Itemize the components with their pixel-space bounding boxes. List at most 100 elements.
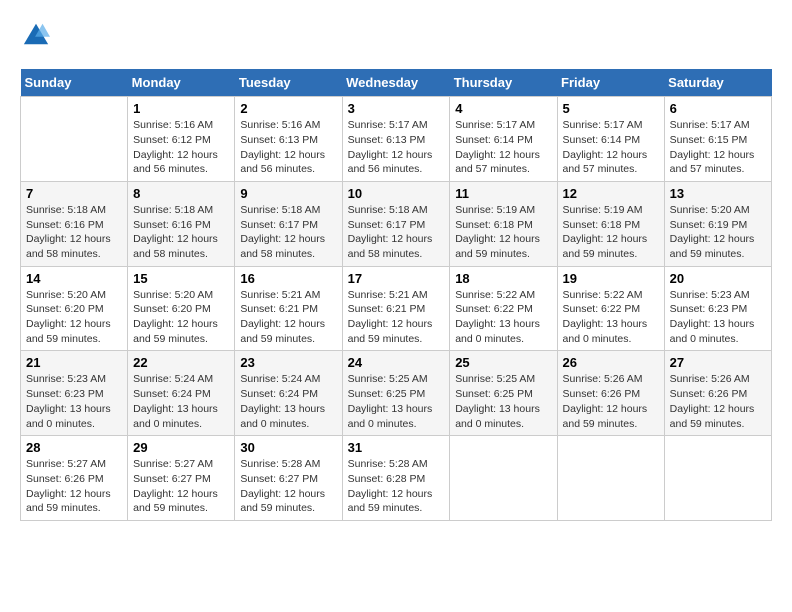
day-number: 9 [240,186,336,201]
calendar-cell: 5 Sunrise: 5:17 AM Sunset: 6:14 PM Daylig… [557,97,664,182]
day-info: Sunrise: 5:17 AM Sunset: 6:15 PM Dayligh… [670,118,766,177]
day-number: 28 [26,440,122,455]
day-info: Sunrise: 5:18 AM Sunset: 6:16 PM Dayligh… [26,203,122,262]
calendar-cell: 14Sunrise: 5:20 AM Sunset: 6:20 PM Dayli… [21,266,128,351]
calendar-cell [21,97,128,182]
week-row-4: 21 Sunrise: 5:23 AM Sunset: 6:23 PM Dayli… [21,351,772,436]
day-number: 15 [133,271,229,286]
day-number: 6 [670,101,766,116]
day-number: 17 [348,271,445,286]
day-info: Sunrise: 5:18 AM Sunset: 6:17 PM Dayligh… [240,203,336,262]
day-info: Sunrise: 5:16 AM Sunset: 6:13 PM Dayligh… [240,118,336,177]
day-info: Sunrise: 5:27 AM Sunset: 6:26 PM Dayligh… [26,457,122,516]
calendar-cell: 2 Sunrise: 5:16 AM Sunset: 6:13 PM Daylig… [235,97,342,182]
calendar-cell: 9 Sunrise: 5:18 AM Sunset: 6:17 PM Daylig… [235,181,342,266]
day-info: Sunrise: 5:20 AM Sunset: 6:19 PM Dayligh… [670,203,766,262]
calendar-cell: 28 Sunrise: 5:27 AM Sunset: 6:26 PM Dayli… [21,436,128,521]
day-number: 11 [455,186,551,201]
day-number: 7 [26,186,122,201]
day-number: 2 [240,101,336,116]
calendar-cell [557,436,664,521]
calendar-body: 1Sunrise: 5:16 AM Sunset: 6:12 PM Daylig… [21,97,772,521]
day-number: 10 [348,186,445,201]
day-number: 25 [455,355,551,370]
weekday-thursday: Thursday [450,69,557,97]
calendar-cell: 21 Sunrise: 5:23 AM Sunset: 6:23 PM Dayli… [21,351,128,436]
calendar-cell: 10 Sunrise: 5:18 AM Sunset: 6:17 PM Dayli… [342,181,450,266]
day-info: Sunrise: 5:25 AM Sunset: 6:25 PM Dayligh… [348,372,445,431]
calendar-cell: 20Sunrise: 5:23 AM Sunset: 6:23 PM Dayli… [664,266,771,351]
calendar-cell: 17 Sunrise: 5:21 AM Sunset: 6:21 PM Dayli… [342,266,450,351]
day-number: 14 [26,271,122,286]
page-header [20,20,772,53]
day-number: 18 [455,271,551,286]
day-info: Sunrise: 5:28 AM Sunset: 6:27 PM Dayligh… [240,457,336,516]
calendar-cell: 22 Sunrise: 5:24 AM Sunset: 6:24 PM Dayli… [128,351,235,436]
calendar-cell: 6 Sunrise: 5:17 AM Sunset: 6:15 PM Daylig… [664,97,771,182]
day-info: Sunrise: 5:22 AM Sunset: 6:22 PM Dayligh… [563,288,659,347]
day-info: Sunrise: 5:17 AM Sunset: 6:14 PM Dayligh… [563,118,659,177]
day-info: Sunrise: 5:21 AM Sunset: 6:21 PM Dayligh… [348,288,445,347]
day-info: Sunrise: 5:28 AM Sunset: 6:28 PM Dayligh… [348,457,445,516]
day-info: Sunrise: 5:24 AM Sunset: 6:24 PM Dayligh… [240,372,336,431]
day-info: Sunrise: 5:24 AM Sunset: 6:24 PM Dayligh… [133,372,229,431]
calendar-cell: 8 Sunrise: 5:18 AM Sunset: 6:16 PM Daylig… [128,181,235,266]
day-info: Sunrise: 5:17 AM Sunset: 6:14 PM Dayligh… [455,118,551,177]
calendar-cell: 13 Sunrise: 5:20 AM Sunset: 6:19 PM Dayli… [664,181,771,266]
calendar-cell: 7 Sunrise: 5:18 AM Sunset: 6:16 PM Daylig… [21,181,128,266]
day-info: Sunrise: 5:18 AM Sunset: 6:17 PM Dayligh… [348,203,445,262]
calendar-cell [450,436,557,521]
day-number: 13 [670,186,766,201]
calendar-cell: 18 Sunrise: 5:22 AM Sunset: 6:22 PM Dayli… [450,266,557,351]
day-info: Sunrise: 5:22 AM Sunset: 6:22 PM Dayligh… [455,288,551,347]
calendar-cell: 12 Sunrise: 5:19 AM Sunset: 6:18 PM Dayli… [557,181,664,266]
calendar-cell: 23 Sunrise: 5:24 AM Sunset: 6:24 PM Dayli… [235,351,342,436]
weekday-sunday: Sunday [21,69,128,97]
day-number: 21 [26,355,122,370]
day-info: Sunrise: 5:19 AM Sunset: 6:18 PM Dayligh… [563,203,659,262]
day-info: Sunrise: 5:26 AM Sunset: 6:26 PM Dayligh… [670,372,766,431]
calendar-cell: 25Sunrise: 5:25 AM Sunset: 6:25 PM Dayli… [450,351,557,436]
calendar-cell [664,436,771,521]
day-number: 5 [563,101,659,116]
calendar-cell: 3 Sunrise: 5:17 AM Sunset: 6:13 PM Daylig… [342,97,450,182]
calendar-cell: 24Sunrise: 5:25 AM Sunset: 6:25 PM Dayli… [342,351,450,436]
calendar-cell: 11 Sunrise: 5:19 AM Sunset: 6:18 PM Dayli… [450,181,557,266]
day-number: 8 [133,186,229,201]
calendar-table: SundayMondayTuesdayWednesdayThursdayFrid… [20,69,772,521]
logo [20,20,50,53]
day-number: 12 [563,186,659,201]
day-number: 26 [563,355,659,370]
day-info: Sunrise: 5:16 AM Sunset: 6:12 PM Dayligh… [133,118,229,177]
day-info: Sunrise: 5:19 AM Sunset: 6:18 PM Dayligh… [455,203,551,262]
week-row-2: 7 Sunrise: 5:18 AM Sunset: 6:16 PM Daylig… [21,181,772,266]
day-number: 22 [133,355,229,370]
logo-icon [22,20,50,48]
weekday-header-row: SundayMondayTuesdayWednesdayThursdayFrid… [21,69,772,97]
day-info: Sunrise: 5:18 AM Sunset: 6:16 PM Dayligh… [133,203,229,262]
weekday-wednesday: Wednesday [342,69,450,97]
weekday-friday: Friday [557,69,664,97]
day-number: 23 [240,355,336,370]
day-number: 3 [348,101,445,116]
day-number: 20 [670,271,766,286]
weekday-saturday: Saturday [664,69,771,97]
week-row-1: 1Sunrise: 5:16 AM Sunset: 6:12 PM Daylig… [21,97,772,182]
day-number: 4 [455,101,551,116]
calendar-cell: 16 Sunrise: 5:21 AM Sunset: 6:21 PM Dayli… [235,266,342,351]
day-number: 16 [240,271,336,286]
day-info: Sunrise: 5:26 AM Sunset: 6:26 PM Dayligh… [563,372,659,431]
week-row-5: 28 Sunrise: 5:27 AM Sunset: 6:26 PM Dayli… [21,436,772,521]
day-number: 19 [563,271,659,286]
day-info: Sunrise: 5:23 AM Sunset: 6:23 PM Dayligh… [26,372,122,431]
calendar-cell: 1Sunrise: 5:16 AM Sunset: 6:12 PM Daylig… [128,97,235,182]
day-info: Sunrise: 5:21 AM Sunset: 6:21 PM Dayligh… [240,288,336,347]
calendar-cell: 26 Sunrise: 5:26 AM Sunset: 6:26 PM Dayli… [557,351,664,436]
calendar-cell: 29Sunrise: 5:27 AM Sunset: 6:27 PM Dayli… [128,436,235,521]
weekday-tuesday: Tuesday [235,69,342,97]
calendar-cell: 31 Sunrise: 5:28 AM Sunset: 6:28 PM Dayli… [342,436,450,521]
day-info: Sunrise: 5:20 AM Sunset: 6:20 PM Dayligh… [133,288,229,347]
calendar-cell: 19 Sunrise: 5:22 AM Sunset: 6:22 PM Dayli… [557,266,664,351]
day-info: Sunrise: 5:17 AM Sunset: 6:13 PM Dayligh… [348,118,445,177]
day-number: 31 [348,440,445,455]
